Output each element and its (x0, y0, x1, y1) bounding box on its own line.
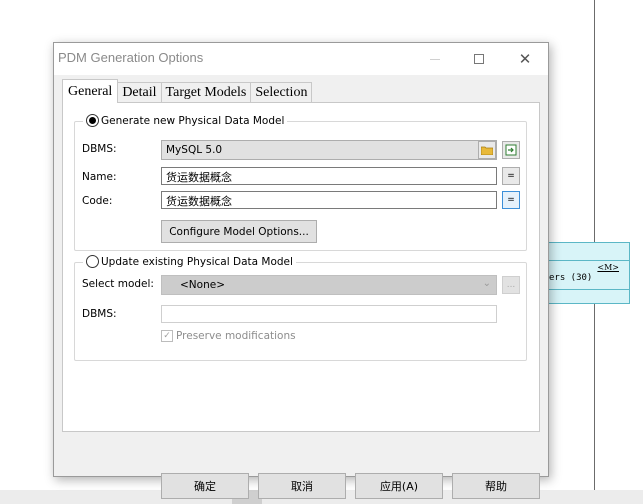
name-label: Name: (82, 171, 117, 183)
properties-button[interactable] (502, 141, 520, 159)
update-existing-radio[interactable] (86, 255, 99, 268)
entity-attribute-text: ers (30) (549, 273, 593, 283)
tab-strip: General Detail Target Models Selection (62, 79, 313, 103)
minimize-icon (430, 58, 440, 60)
name-equals-button[interactable]: = (502, 167, 520, 185)
dbms-label: DBMS: (82, 143, 117, 155)
select-model-label: Select model: (82, 278, 154, 290)
open-folder-button[interactable] (478, 141, 496, 159)
tab-selection[interactable]: Selection (250, 82, 313, 103)
preserve-modifications-label: Preserve modifications (176, 330, 296, 342)
update-existing-group: Update existing Physical Data Model Sele… (74, 255, 527, 361)
select-model-value: <None> (180, 279, 225, 291)
tab-target-models[interactable]: Target Models (160, 82, 252, 103)
entity-identifier-tag: <M> (597, 263, 619, 272)
entity-separator-bottom (535, 289, 629, 290)
apply-button[interactable]: 应用(A) (355, 473, 443, 499)
folder-icon (481, 146, 493, 155)
chevron-down-icon: ⌄ (482, 278, 491, 289)
dialog-body: General Detail Target Models Selection G… (54, 75, 548, 499)
ok-button[interactable]: 确定 (161, 473, 249, 499)
preserve-modifications-row[interactable]: ✓ Preserve modifications (161, 330, 296, 342)
update-existing-label: Update existing Physical Data Model (101, 255, 293, 268)
preserve-modifications-checkbox[interactable]: ✓ (161, 330, 173, 342)
code-equals-button[interactable]: = (502, 191, 520, 209)
update-dbms-field[interactable] (161, 305, 497, 323)
radio-selected-dot (89, 117, 96, 124)
close-icon: ✕ (518, 50, 532, 68)
configure-model-options-button[interactable]: Configure Model Options... (161, 220, 317, 243)
code-label: Code: (82, 195, 113, 207)
generate-new-group: Generate new Physical Data Model DBMS: M… (74, 114, 527, 251)
properties-icon (505, 144, 517, 156)
maximize-icon (474, 54, 484, 64)
code-input[interactable]: 货运数据概念 (161, 191, 497, 209)
tab-general[interactable]: General (62, 79, 119, 103)
select-model-dropdown[interactable]: <None> ⌄ (161, 275, 497, 295)
select-model-browse-button[interactable]: ... (502, 276, 520, 294)
maximize-button[interactable] (457, 43, 501, 75)
update-dbms-label: DBMS: (82, 308, 117, 320)
generate-new-radio-legend[interactable]: Generate new Physical Data Model (83, 114, 288, 127)
dialog-title: PDM Generation Options (58, 50, 204, 65)
entity-separator-top (535, 260, 629, 261)
close-button[interactable]: ✕ (503, 43, 547, 75)
help-button[interactable]: 帮助 (452, 473, 540, 499)
general-tab-panel: Generate new Physical Data Model DBMS: M… (62, 102, 540, 432)
generate-new-radio[interactable] (86, 114, 99, 127)
dbms-selected-value: MySQL 5.0 (166, 144, 223, 156)
tab-detail[interactable]: Detail (117, 82, 162, 103)
minimize-button (413, 43, 457, 75)
update-existing-radio-legend[interactable]: Update existing Physical Data Model (83, 255, 296, 268)
dialog-titlebar[interactable]: PDM Generation Options ✕ (54, 43, 548, 75)
pdm-generation-dialog: PDM Generation Options ✕ General Detail … (53, 42, 549, 499)
cancel-button[interactable]: 取消 (258, 473, 346, 499)
generate-new-label: Generate new Physical Data Model (101, 114, 285, 127)
name-input[interactable]: 货运数据概念 (161, 167, 497, 185)
dbms-select[interactable]: MySQL 5.0 ⌄ (161, 140, 497, 160)
